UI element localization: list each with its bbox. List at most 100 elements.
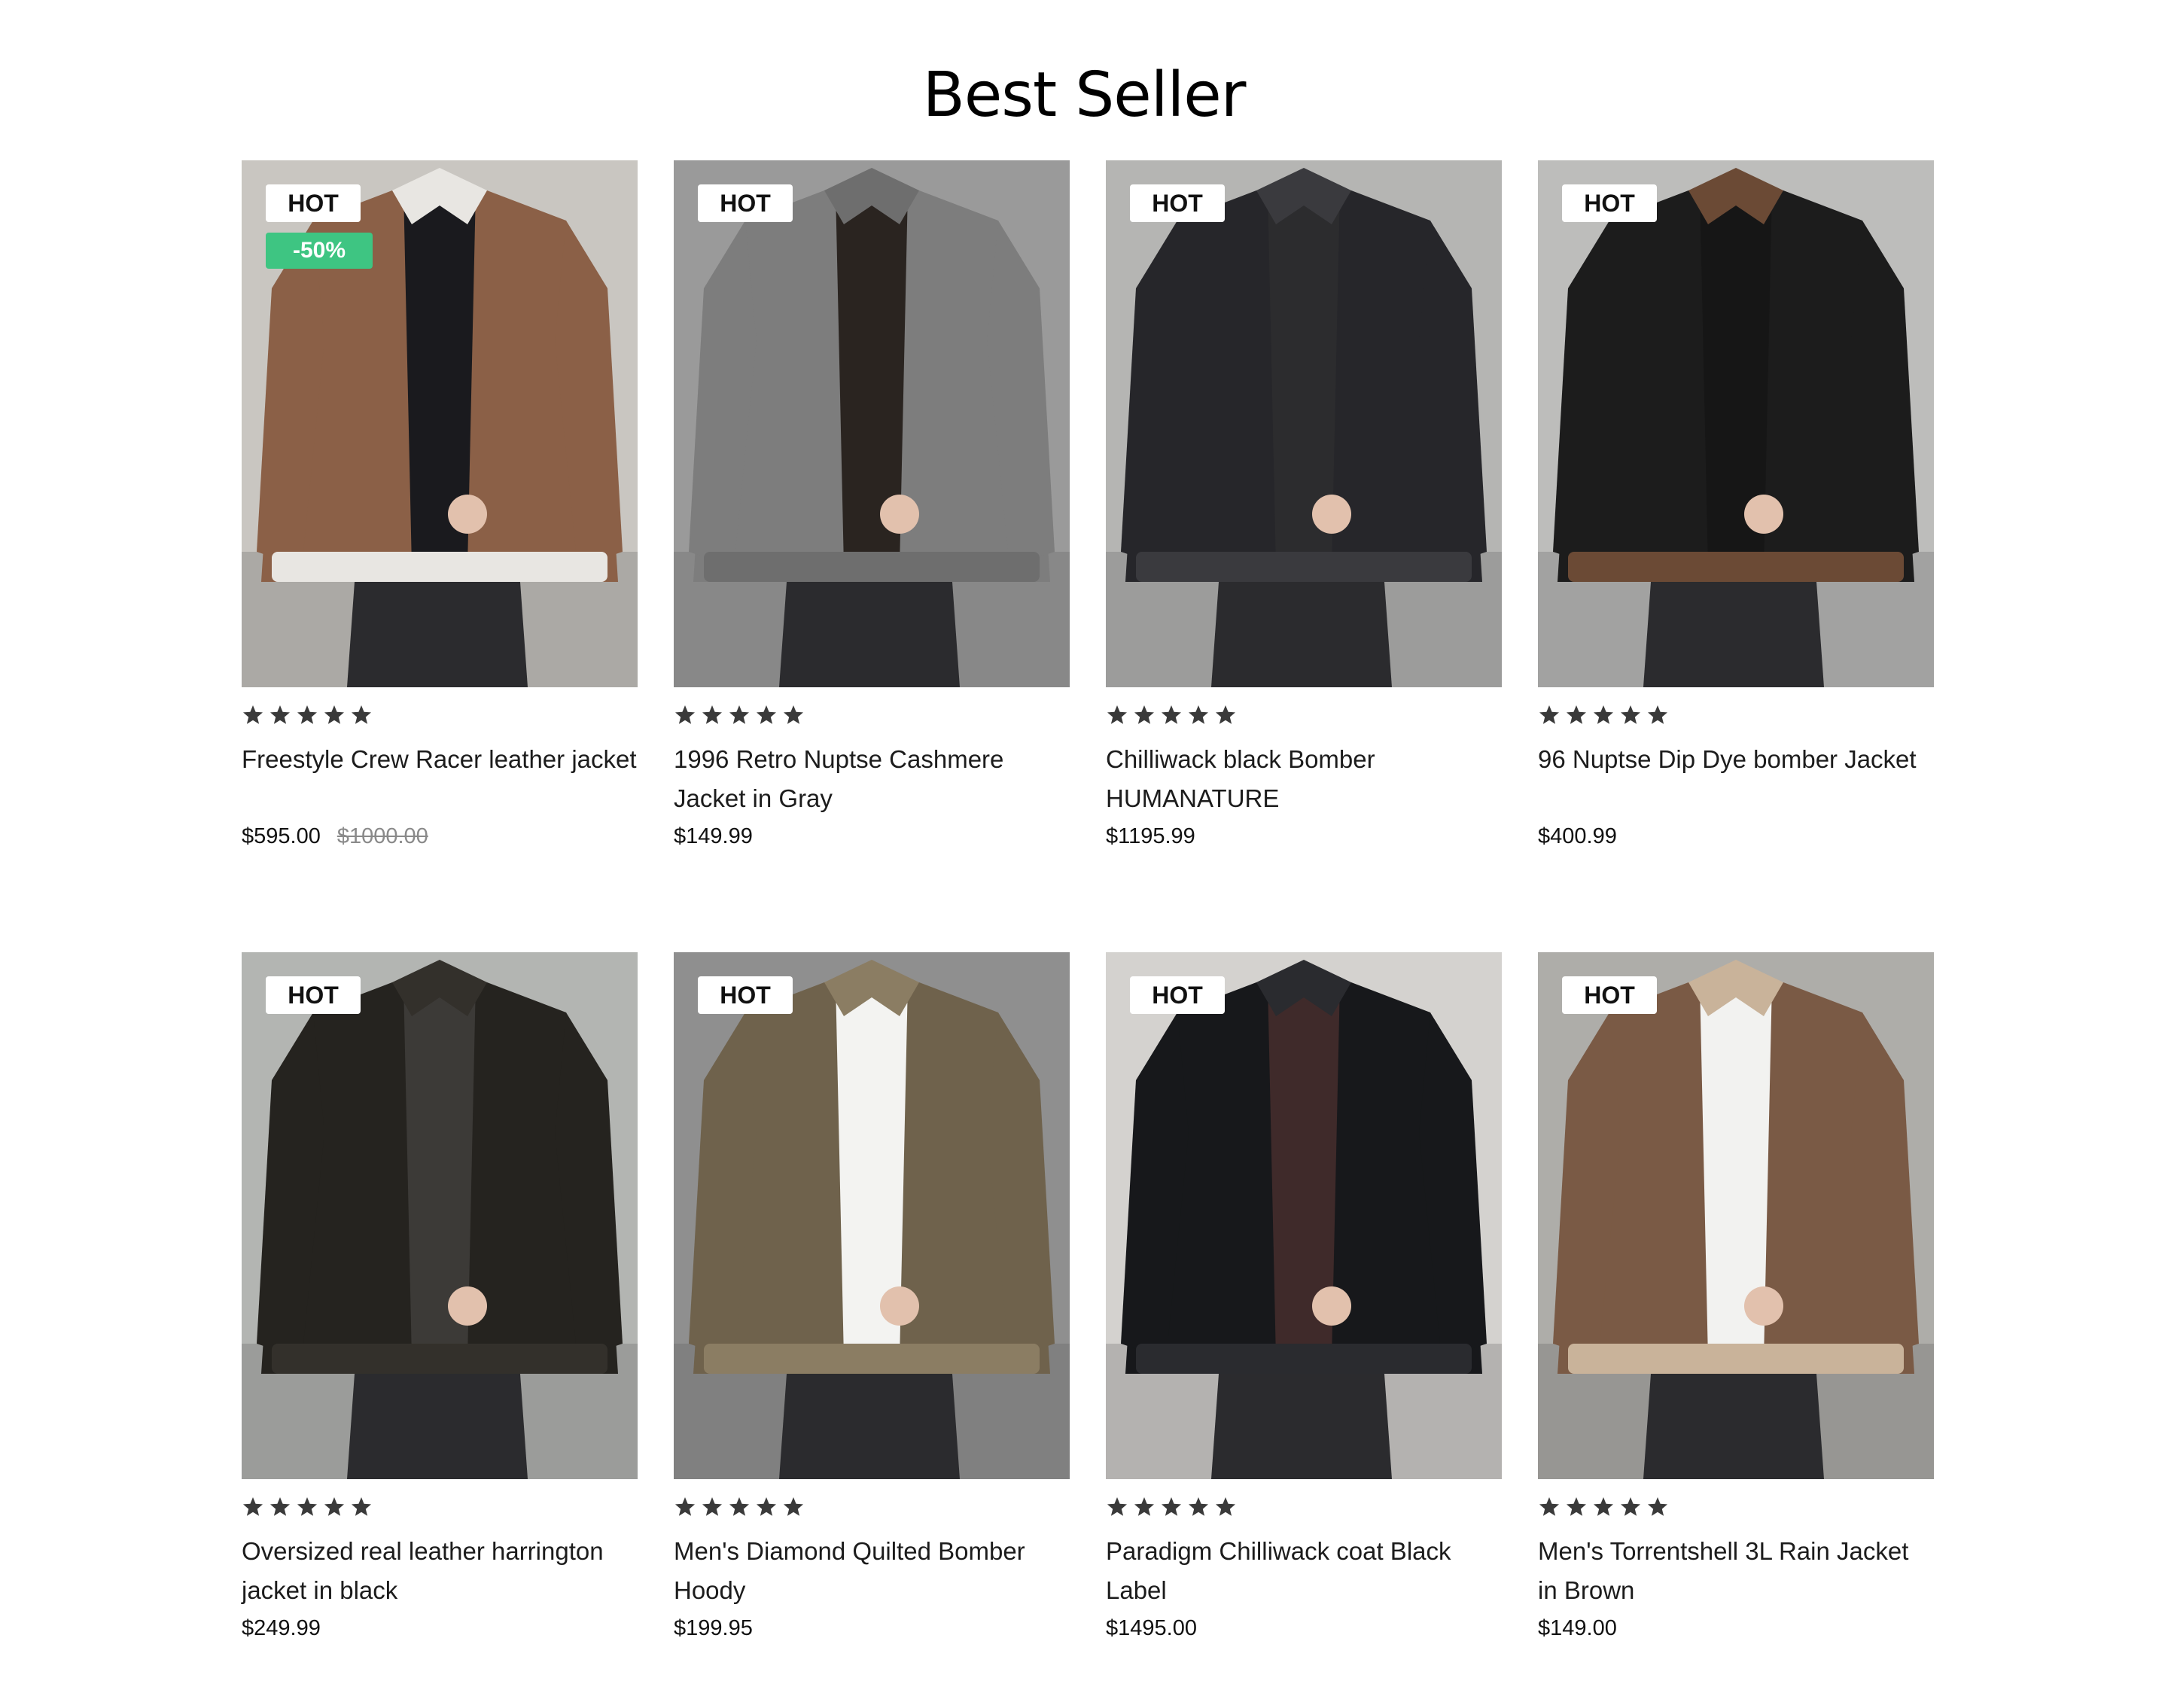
product-price-row: $199.95 — [674, 1613, 753, 1643]
star-icon — [675, 705, 695, 724]
product-card-2[interactable]: HOT 1996 Retro Nuptse Cashmere Jacket in… — [674, 160, 1070, 926]
hot-badge: HOT — [1562, 184, 1657, 222]
star-icon — [243, 705, 263, 724]
star-icon — [1189, 705, 1208, 724]
product-image[interactable]: HOT — [1538, 952, 1934, 1479]
product-price-row: $249.99 — [242, 1613, 321, 1643]
product-card-8[interactable]: HOT Men's Torrentshell 3L Rain Jacket in… — [1538, 952, 1934, 1697]
star-icon — [270, 705, 290, 724]
sale-badge: -50% — [266, 233, 373, 269]
star-icon — [1162, 705, 1181, 724]
product-name[interactable]: Chilliwack black Bomber HUMANATURE — [1106, 740, 1502, 818]
star-icon — [1594, 1497, 1613, 1516]
product-name[interactable]: Paradigm Chilliwack coat Black Label — [1106, 1532, 1502, 1610]
product-photo — [1538, 160, 1934, 687]
product-name[interactable]: Freestyle Crew Racer leather jacket — [242, 740, 638, 779]
product-card-7[interactable]: HOT Paradigm Chilliwack coat Black Label… — [1106, 952, 1502, 1697]
product-old-price: $1000.00 — [336, 824, 428, 848]
star-icon — [1648, 1497, 1667, 1516]
rating-stars — [674, 704, 805, 726]
hot-badge: HOT — [1562, 976, 1657, 1014]
product-price-row: $149.00 — [1538, 1613, 1617, 1643]
product-card-5[interactable]: HOT Oversized real leather harrington ja… — [242, 952, 638, 1697]
star-icon — [1648, 705, 1667, 724]
product-price: $149.00 — [1538, 1616, 1617, 1640]
product-image[interactable]: HOT — [1538, 160, 1934, 687]
rating-stars — [1538, 1496, 1669, 1518]
star-icon — [352, 1497, 371, 1516]
product-name[interactable]: Men's Torrentshell 3L Rain Jacket in Bro… — [1538, 1532, 1934, 1610]
hot-badge: HOT — [698, 976, 793, 1014]
product-card-6[interactable]: HOT Men's Diamond Quilted Bomber Hoody $… — [674, 952, 1070, 1697]
rating-stars — [1106, 704, 1237, 726]
hot-badge: HOT — [1130, 184, 1225, 222]
product-card-4[interactable]: HOT 96 Nuptse Dip Dye bomber Jacket $400… — [1538, 160, 1934, 926]
star-icon — [243, 1497, 263, 1516]
product-name[interactable]: Men's Diamond Quilted Bomber Hoody — [674, 1532, 1070, 1610]
product-photo — [1106, 160, 1502, 687]
star-icon — [757, 705, 776, 724]
product-price-row: $595.00 $1000.00 — [242, 821, 428, 851]
star-icon — [1539, 705, 1559, 724]
star-icon — [1621, 1497, 1640, 1516]
rating-stars — [1106, 1496, 1237, 1518]
product-card-1[interactable]: HOT -50% Freestyle Crew Racer leather ja… — [242, 160, 638, 926]
product-photo — [1106, 952, 1502, 1479]
product-price: $400.99 — [1538, 824, 1617, 848]
product-image[interactable]: HOT — [674, 160, 1070, 687]
star-icon — [784, 705, 803, 724]
star-icon — [270, 1497, 290, 1516]
rating-stars — [1538, 704, 1669, 726]
product-price: $1495.00 — [1106, 1616, 1197, 1640]
product-photo — [1538, 952, 1934, 1479]
star-icon — [1567, 705, 1586, 724]
product-price-row: $1195.99 — [1106, 821, 1195, 851]
star-icon — [675, 1497, 695, 1516]
star-icon — [1134, 705, 1154, 724]
product-grid: HOT -50% Freestyle Crew Racer leather ja… — [242, 160, 1934, 1697]
product-name[interactable]: Oversized real leather harrington jacket… — [242, 1532, 638, 1610]
product-price: $595.00 — [242, 824, 321, 848]
hot-badge: HOT — [698, 184, 793, 222]
star-icon — [1216, 1497, 1235, 1516]
product-image[interactable]: HOT — [1106, 952, 1502, 1479]
hot-badge: HOT — [266, 976, 361, 1014]
star-icon — [729, 705, 749, 724]
rating-stars — [242, 704, 373, 726]
product-price: $1195.99 — [1106, 824, 1195, 848]
hot-badge: HOT — [266, 184, 361, 222]
rating-stars — [242, 1496, 373, 1518]
star-icon — [784, 1497, 803, 1516]
product-photo — [674, 160, 1070, 687]
product-price: $199.95 — [674, 1616, 753, 1640]
section-title: Best Seller — [922, 59, 1247, 131]
star-icon — [1216, 705, 1235, 724]
star-icon — [1567, 1497, 1586, 1516]
star-icon — [1107, 705, 1127, 724]
star-icon — [1107, 1497, 1127, 1516]
star-icon — [324, 1497, 344, 1516]
product-price: $249.99 — [242, 1616, 321, 1640]
rating-stars — [674, 1496, 805, 1518]
product-photo — [674, 952, 1070, 1479]
product-image[interactable]: HOT — [1106, 160, 1502, 687]
product-price-row: $400.99 — [1538, 821, 1617, 851]
star-icon — [1162, 1497, 1181, 1516]
product-card-3[interactable]: HOT Chilliwack black Bomber HUMANATURE $… — [1106, 160, 1502, 926]
hot-badge: HOT — [1130, 976, 1225, 1014]
star-icon — [1189, 1497, 1208, 1516]
product-name[interactable]: 96 Nuptse Dip Dye bomber Jacket — [1538, 740, 1934, 779]
product-photo — [242, 952, 638, 1479]
star-icon — [324, 705, 344, 724]
star-icon — [702, 1497, 722, 1516]
product-name[interactable]: 1996 Retro Nuptse Cashmere Jacket in Gra… — [674, 740, 1070, 818]
star-icon — [1134, 1497, 1154, 1516]
product-image[interactable]: HOT -50% — [242, 160, 638, 687]
product-image[interactable]: HOT — [674, 952, 1070, 1479]
star-icon — [297, 1497, 317, 1516]
product-price-row: $149.99 — [674, 821, 753, 851]
star-icon — [1621, 705, 1640, 724]
product-price-row: $1495.00 — [1106, 1613, 1197, 1643]
star-icon — [352, 705, 371, 724]
product-image[interactable]: HOT — [242, 952, 638, 1479]
